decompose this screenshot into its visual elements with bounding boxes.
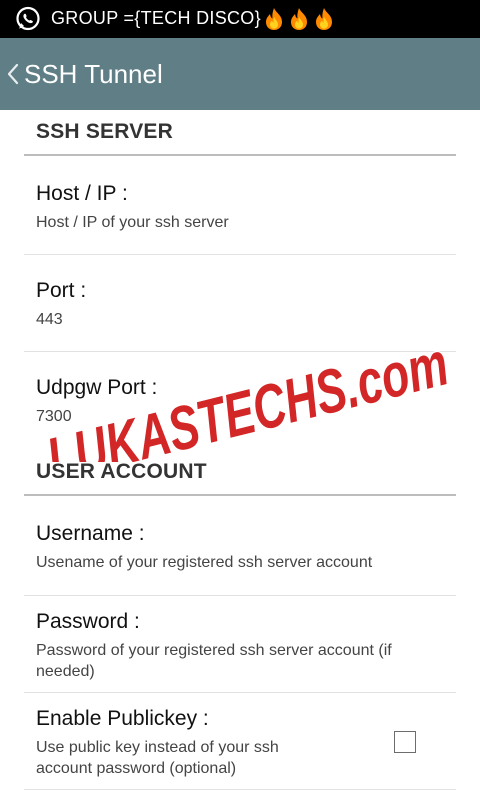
pref-summary: Use public key instead of your ssh accou… [36,739,279,777]
pref-title: Udpgw Port : [36,376,158,399]
section-header-user-account: USER ACCOUNT [24,450,456,496]
page-title[interactable]: SSH Tunnel [24,59,163,90]
action-bar: SSH Tunnel [0,38,480,110]
pref-udpgw-port[interactable]: Udpgw Port : 7300 [24,352,456,432]
pref-summary: Password of your registered ssh server a… [36,642,392,680]
status-bar-text: GROUP ={TECH DISCO} [51,7,335,31]
section-header-label: USER ACCOUNT [36,460,207,483]
fire-icon [265,8,282,30]
whatsapp-icon [16,6,40,31]
pref-username[interactable]: Username : Usename of your registered ss… [24,498,456,596]
status-bar: GROUP ={TECH DISCO} [0,0,480,38]
chevron-left-icon[interactable] [6,63,20,85]
pref-title: Username : [36,522,145,545]
section-header-label: SSH SERVER [36,120,173,143]
pref-host-ip[interactable]: Host / IP : Host / IP of your ssh server [24,158,456,255]
pref-port[interactable]: Port : 443 [24,255,456,352]
pref-enable-publickey[interactable]: Enable Publickey : Use public key instea… [24,693,456,790]
pref-summary: 443 [36,311,63,328]
flames [263,7,335,31]
pref-title: Enable Publickey : [36,707,209,730]
enable-publickey-checkbox[interactable] [394,731,416,753]
pref-summary: Host / IP of your ssh server [36,214,229,231]
pref-summary: 7300 [36,408,72,425]
pref-title: Password : [36,610,140,633]
pref-title: Host / IP : [36,182,128,205]
preferences-list: SSH SERVER Host / IP : Host / IP of your… [0,110,480,800]
pref-title: Port : [36,279,87,302]
pref-summary: Usename of your registered ssh server ac… [36,554,373,571]
pref-password[interactable]: Password : Password of your registered s… [24,596,456,693]
fire-icon [290,8,307,30]
section-header-ssh-server: SSH SERVER [24,110,456,156]
status-bar-label: GROUP ={TECH DISCO} [51,7,261,28]
fire-icon [315,8,332,30]
